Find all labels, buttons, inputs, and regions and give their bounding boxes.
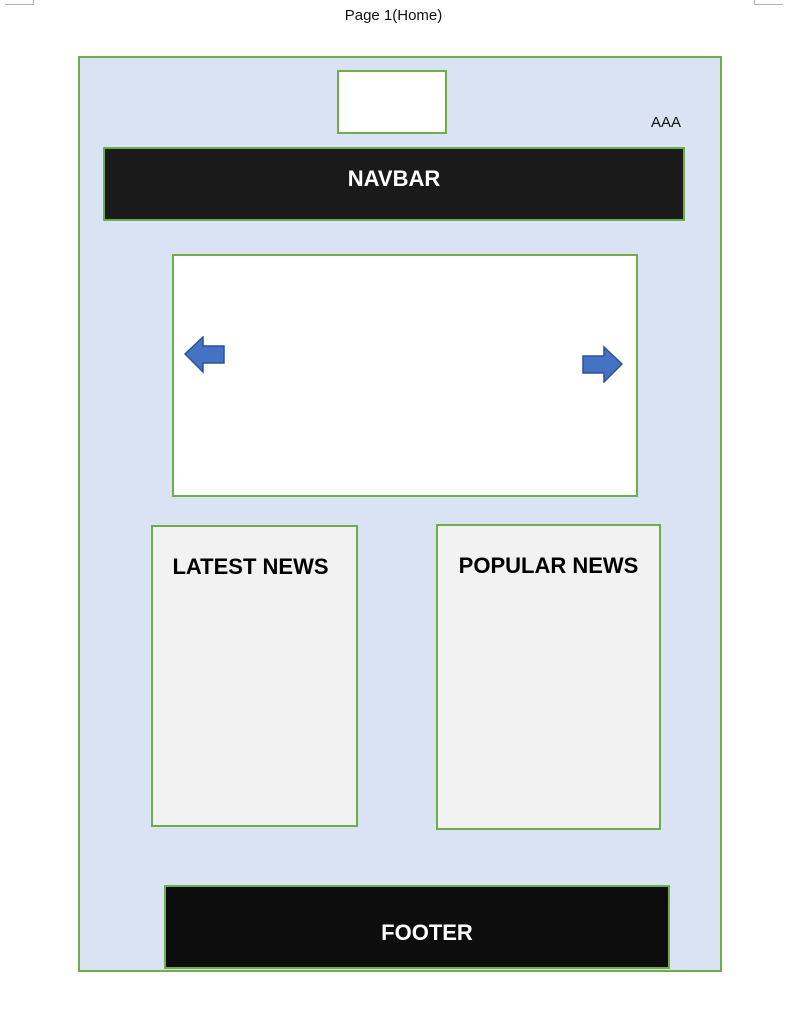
footer-label: FOOTER xyxy=(381,920,473,945)
popular-news-title: POPULAR NEWS xyxy=(458,553,639,578)
accessibility-text-size-label[interactable]: AAA xyxy=(651,114,681,131)
arrow-left-icon[interactable] xyxy=(184,336,226,374)
latest-news-panel: LATEST NEWS xyxy=(151,525,358,827)
footer: FOOTER xyxy=(164,885,670,969)
navbar-label: NAVBAR xyxy=(347,166,441,191)
image-slider xyxy=(172,254,638,497)
logo-placeholder[interactable] xyxy=(337,70,447,134)
navbar[interactable]: NAVBAR xyxy=(103,147,685,221)
latest-news-title: LATEST NEWS xyxy=(172,554,329,579)
crop-mark-left xyxy=(5,0,34,5)
popular-news-panel: POPULAR NEWS xyxy=(436,524,661,830)
page-caption: Page 1(Home) xyxy=(344,7,443,24)
crop-mark-right xyxy=(754,0,783,5)
arrow-right-icon[interactable] xyxy=(581,345,623,383)
